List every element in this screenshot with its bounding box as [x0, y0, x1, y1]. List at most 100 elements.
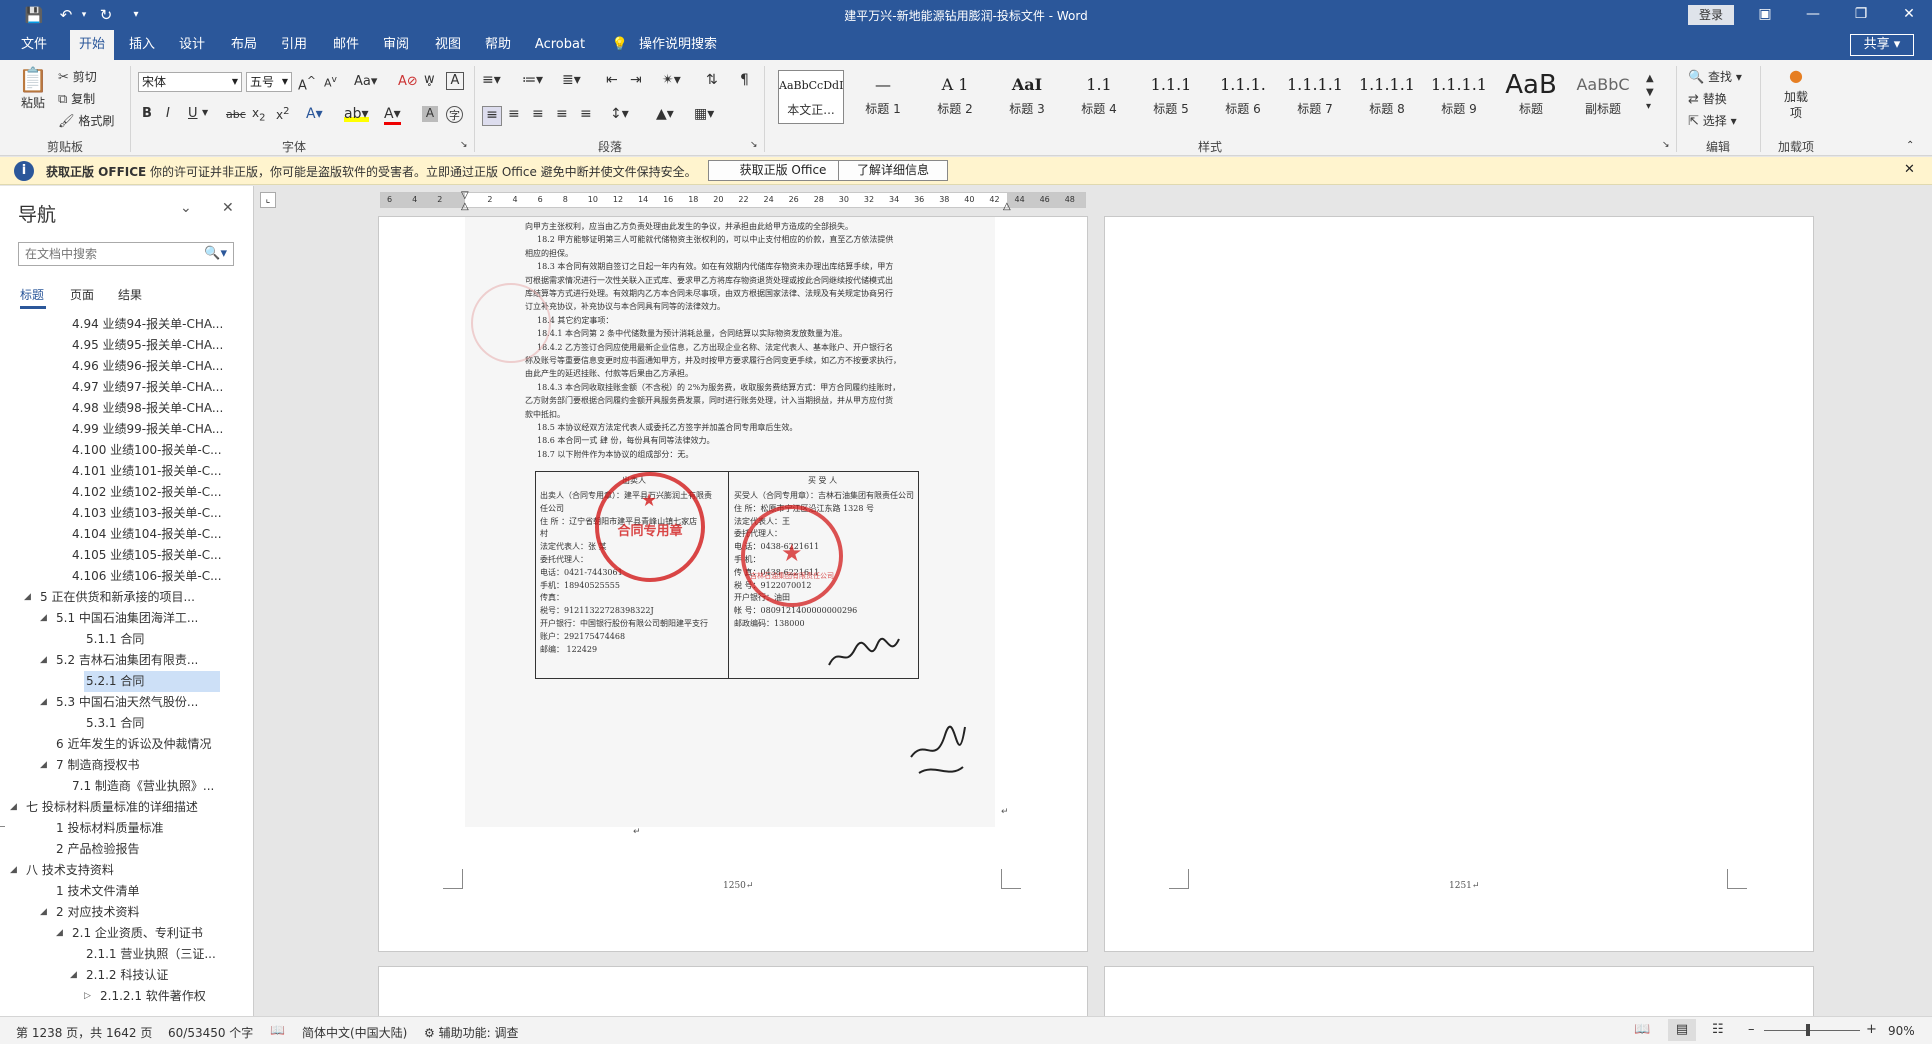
expand-arrow-icon[interactable]: ◢ — [56, 923, 63, 944]
superscript-icon[interactable]: x2 — [276, 106, 289, 122]
text-effects-icon[interactable]: A▾ — [306, 106, 323, 122]
expand-arrow-icon[interactable]: ◢ — [40, 755, 47, 776]
page-1250[interactable]: 向甲方主张权利，应当由乙方负责处理由此发生的争议，并承担由此给甲方造成的全部损失… — [378, 216, 1088, 952]
nav-heading-item[interactable]: 4.95 业绩95-报关单-CHA... — [0, 335, 250, 356]
nav-heading-item[interactable]: ◢ 2.1 企业资质、专利证书 — [0, 923, 250, 944]
zoom-in-icon[interactable]: + — [1866, 1022, 1877, 1037]
nav-heading-item[interactable]: 4.97 业绩97-报关单-CHA... — [0, 377, 250, 398]
numbering-icon[interactable]: ≔▾ — [522, 72, 543, 88]
page-1252[interactable] — [378, 966, 1088, 1016]
font-name-combo[interactable]: 宋体 ▼ — [138, 72, 242, 92]
increase-indent-icon[interactable]: ⇥ — [630, 72, 642, 88]
tab-references[interactable]: 引用 — [272, 30, 316, 60]
font-size-combo[interactable]: 五号 ▼ — [246, 72, 292, 92]
dialog-launcher-icon[interactable]: ↘ — [1662, 140, 1670, 150]
tab-insert[interactable]: 插入 — [120, 30, 164, 60]
nav-heading-item[interactable]: 4.96 业绩96-报关单-CHA... — [0, 356, 250, 377]
nav-heading-item[interactable]: ▷ 2.1.2.1 软件著作权 — [0, 986, 250, 1007]
maximize-icon[interactable]: ❐ — [1838, 0, 1884, 30]
nav-tab-pages[interactable]: 页面 — [70, 286, 94, 303]
nav-heading-item[interactable]: ◢ 5.1 中国石油集团海洋工... — [0, 608, 250, 629]
close-icon[interactable]: ✕ — [222, 200, 234, 216]
replace-button[interactable]: ⇄ 替换 — [1688, 90, 1727, 107]
style-heading-7[interactable]: 1.1.1.1 标题 7 — [1280, 70, 1350, 124]
multilevel-list-icon[interactable]: ≣▾ — [562, 72, 581, 88]
align-left-icon[interactable]: ≡ — [482, 106, 502, 126]
align-right-icon[interactable]: ≡ — [532, 106, 544, 122]
style-title[interactable]: AaB 标题 — [1496, 70, 1566, 124]
style-heading-4[interactable]: 1.1 标题 4 — [1064, 70, 1134, 124]
zoom-slider[interactable] — [1764, 1024, 1860, 1036]
nav-heading-item[interactable]: ◢ 八 技术支持资料 — [0, 860, 250, 881]
addins-button[interactable]: ● 加载项 — [1774, 66, 1818, 121]
nav-heading-item[interactable]: ◢ 2.1.2 科技认证 — [0, 965, 250, 986]
expand-arrow-icon[interactable]: ◢ — [40, 692, 47, 713]
nav-heading-item[interactable]: 4.99 业绩99-报关单-CHA... — [0, 419, 250, 440]
style-normal[interactable]: AaBbCcDdI 本文正... — [778, 70, 844, 124]
nav-heading-item[interactable]: 4.103 业绩103-报关单-C... — [0, 503, 250, 524]
search-icon[interactable]: 🔍▾ — [204, 246, 227, 261]
learn-more-button[interactable]: 了解详细信息 — [838, 160, 948, 181]
nav-heading-item[interactable]: ◢ 7 制造商授权书 — [0, 755, 250, 776]
login-button[interactable]: 登录 — [1688, 5, 1734, 25]
phonetic-guide-icon[interactable]: w̥ — [424, 72, 435, 87]
collapse-ribbon-icon[interactable]: ⌃ — [1906, 140, 1914, 151]
sort-icon[interactable]: ⇅ — [706, 72, 718, 88]
indent-marker-icon[interactable]: ▽ — [461, 190, 469, 201]
minimize-icon[interactable]: — — [1790, 0, 1836, 30]
underline-icon[interactable]: U — [188, 106, 198, 121]
nav-heading-item[interactable]: 2.1.1 营业执照（三证... — [0, 944, 250, 965]
zoom-thumb[interactable] — [1806, 1024, 1810, 1036]
nav-heading-item[interactable]: 5.2.1 合同 — [84, 671, 220, 692]
expand-arrow-icon[interactable]: ▷ — [84, 986, 91, 1007]
style-subtitle[interactable]: AaBbC 副标题 — [1568, 70, 1638, 124]
distribute-icon[interactable]: ≡ — [580, 106, 592, 122]
dialog-launcher-icon[interactable]: ↘ — [750, 140, 758, 150]
nav-heading-item[interactable]: 4.94 业绩94-报关单-CHA... — [0, 314, 250, 335]
expand-arrow-icon[interactable]: ◢ — [40, 902, 47, 923]
tab-acrobat[interactable]: Acrobat — [530, 30, 590, 60]
char-shading-icon[interactable]: A — [422, 106, 438, 122]
nav-heading-item[interactable]: ◢ 5.2 吉林石油集团有限责... — [0, 650, 250, 671]
style-heading-6[interactable]: 1.1.1. 标题 6 — [1208, 70, 1278, 124]
hanging-indent-icon[interactable]: △ — [461, 201, 469, 212]
ribbon-display-icon[interactable]: ▣ — [1742, 0, 1788, 30]
expand-arrow-icon[interactable]: ◢ — [70, 965, 77, 986]
word-count[interactable]: 60/53450 个字 — [168, 1024, 253, 1041]
nav-heading-item[interactable]: 4.101 业绩101-报关单-C... — [0, 461, 250, 482]
close-icon[interactable]: ✕ — [1904, 162, 1915, 177]
nav-heading-item[interactable]: ◢ 2 对应技术资料 — [0, 902, 250, 923]
style-heading-2[interactable]: A 1 标题 2 — [920, 70, 990, 124]
zoom-out-icon[interactable]: – — [1748, 1022, 1755, 1037]
get-genuine-button[interactable]: 获取正版 Office — [708, 160, 858, 181]
find-button[interactable]: 🔍 查找 ▾ — [1688, 68, 1742, 85]
shading-icon[interactable]: ▲▾ — [656, 106, 674, 122]
dialog-launcher-icon[interactable]: ↘ — [460, 140, 468, 150]
strikethrough-icon[interactable]: abc — [226, 108, 246, 121]
expand-arrow-icon[interactable]: ◢ — [40, 650, 47, 671]
select-button[interactable]: ⇱ 选择 ▾ — [1688, 112, 1737, 129]
asian-layout-icon[interactable]: ✴▾ — [662, 72, 681, 88]
char-border-icon[interactable]: A — [446, 72, 464, 90]
style-heading-3[interactable]: AaI 标题 3 — [992, 70, 1062, 124]
tell-me-search[interactable]: 操作说明搜索 — [636, 30, 720, 60]
page-1253[interactable] — [1104, 966, 1814, 1016]
proofing-icon[interactable]: 📖 — [270, 1023, 285, 1037]
tab-file[interactable]: 文件 — [10, 30, 58, 60]
line-spacing-icon[interactable]: ↕▾ — [610, 106, 629, 122]
nav-heading-item[interactable]: 4.106 业绩106-报关单-C... — [0, 566, 250, 587]
expand-arrow-icon[interactable]: ◢ — [10, 797, 17, 818]
decrease-indent-icon[interactable]: ⇤ — [606, 72, 618, 88]
nav-heading-item[interactable]: ◢ 七 投标材料质量标准的详细描述 — [0, 797, 250, 818]
nav-tab-headings[interactable]: 标题 — [20, 286, 44, 303]
nav-heading-item[interactable]: 5.3.1 合同 — [0, 713, 250, 734]
nav-heading-item[interactable]: ◢ 5 正在供货和新承接的项目... — [0, 587, 250, 608]
zoom-level[interactable]: 90% — [1888, 1024, 1915, 1038]
expand-arrow-icon[interactable]: ◢ — [24, 587, 31, 608]
nav-heading-item[interactable]: 4.105 业绩105-报关单-C... — [0, 545, 250, 566]
paste-button[interactable]: 📋 粘贴 — [16, 66, 50, 126]
bullets-icon[interactable]: ≡▾ — [482, 72, 501, 88]
tab-selector-icon[interactable]: ⌞ — [260, 192, 276, 208]
align-center-icon[interactable]: ≡ — [508, 106, 520, 122]
expand-arrow-icon[interactable]: ◢ — [10, 860, 17, 881]
